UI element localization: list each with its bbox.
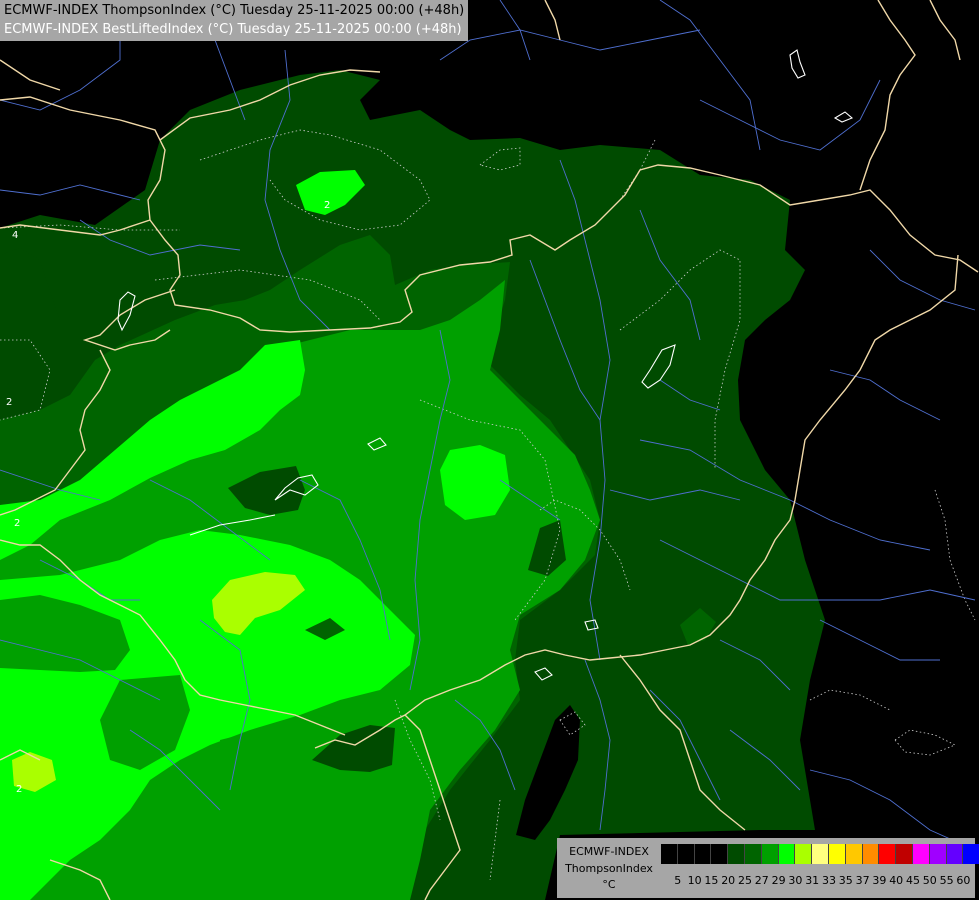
legend-swatch	[929, 844, 947, 864]
contour-label: 2	[324, 200, 330, 211]
legend-swatch	[795, 844, 813, 864]
legend-tick-label: 55	[939, 874, 954, 887]
legend-tick-label: 31	[805, 874, 820, 887]
legend-tick-label: 27	[754, 874, 769, 887]
legend-tick-label: 60	[956, 874, 971, 887]
legend-tick-label: 33	[822, 874, 836, 887]
legend-swatch	[677, 844, 695, 864]
legend-swatch	[661, 844, 678, 864]
contour-label: 2	[6, 397, 12, 408]
legend-swatch	[728, 844, 745, 864]
legend-tick-label: 29	[771, 874, 786, 887]
legend-tick-label: 40	[889, 874, 904, 887]
legend-swatch	[946, 844, 964, 864]
legend-tick-label: 15	[704, 874, 719, 887]
legend-tick-label: 5	[674, 874, 682, 887]
legend-tick-label: 10	[687, 874, 702, 887]
legend-swatch	[761, 844, 779, 864]
legend-tick-label: 37	[855, 874, 870, 887]
contour-label: 2	[16, 784, 22, 795]
legend-parameter: ThompsonIndex	[565, 862, 653, 875]
legend-tick-label: 25	[738, 874, 752, 887]
legend-tick-label: 50	[922, 874, 937, 887]
legend-swatch	[896, 844, 913, 864]
legend-swatch	[778, 844, 796, 864]
color-legend: ECMWF-INDEX ThompsonIndex °C 5 10 15 20 25 27…	[557, 838, 979, 898]
legend-tick-label: 20	[721, 874, 736, 887]
title-line-bestlifted: ECMWF-INDEX BestLiftedIndex (°C) Tuesday…	[4, 22, 462, 37]
legend-swatch	[963, 844, 979, 864]
legend-tick-label: 39	[872, 874, 887, 887]
legend-swatches	[661, 844, 979, 864]
legend-tick-label: 30	[788, 874, 803, 887]
legend-swatch	[812, 844, 829, 864]
legend-tick-label: 45	[906, 874, 920, 887]
legend-swatch	[912, 844, 930, 864]
legend-swatch	[828, 844, 846, 864]
legend-unit: °C	[602, 878, 616, 891]
legend-swatch	[879, 844, 897, 864]
legend-swatch	[694, 844, 712, 864]
legend-ticks: 5 10 15 20 25 27 29 30 31 33 35 37 39 40 45 50 55 60	[661, 874, 971, 888]
contour-label: 4	[12, 230, 18, 241]
thompson-index-map: 2 4 2 2 2	[0, 0, 979, 900]
legend-swatch	[845, 844, 863, 864]
contour-label: 2	[14, 518, 20, 529]
map-title-box: ECMWF-INDEX ThompsonIndex (°C) Tuesday 2…	[0, 0, 469, 41]
legend-model: ECMWF-INDEX	[569, 845, 649, 858]
title-line-thompson: ECMWF-INDEX ThompsonIndex (°C) Tuesday 2…	[4, 3, 465, 18]
legend-swatch	[711, 844, 729, 864]
legend-swatch	[862, 844, 880, 864]
legend-tick-label: 35	[838, 874, 853, 887]
legend-swatch	[744, 844, 762, 864]
